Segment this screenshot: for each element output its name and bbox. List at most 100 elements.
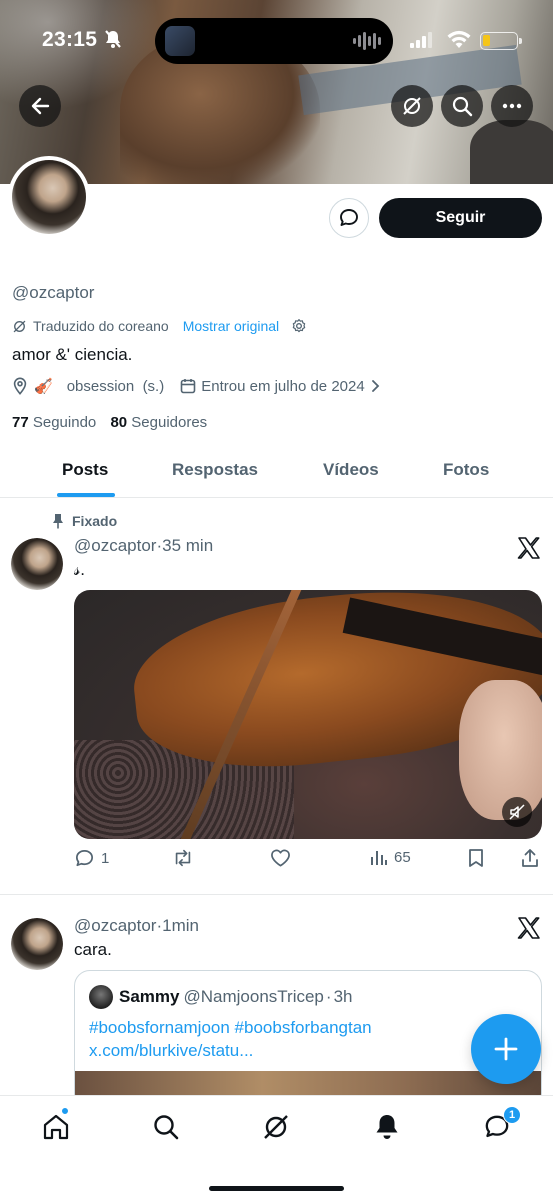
heart-icon	[271, 849, 290, 867]
profile-meta: 🎻 obsession (s.) Entrou em julho de 2024	[12, 377, 381, 395]
grok-button[interactable]	[391, 85, 433, 127]
mute-button[interactable]	[502, 797, 532, 827]
messages-badge: 1	[503, 1106, 521, 1124]
reply-button[interactable]: 1	[74, 848, 109, 869]
location-pin-icon	[13, 377, 27, 395]
speaker-muted-icon	[509, 804, 525, 820]
location-text: obsession (s.)	[66, 377, 165, 395]
views-count: 65	[394, 848, 411, 866]
home-indicator	[209, 1186, 344, 1191]
following-link[interactable]: 77 Seguindo	[12, 414, 96, 431]
tab-videos[interactable]: Vídeos	[323, 460, 379, 480]
status-bar: 23:15	[0, 14, 553, 66]
audio-wave-icon	[353, 32, 381, 50]
nav-home[interactable]	[41, 1112, 71, 1142]
repost-icon	[175, 849, 191, 867]
post-video[interactable]	[74, 590, 542, 839]
share-icon	[522, 849, 538, 867]
post-text: cara.	[74, 940, 112, 959]
post-header: @ozcaptor·1min	[74, 916, 199, 936]
like-button[interactable]	[270, 848, 291, 868]
plus-icon	[494, 1037, 518, 1061]
reply-icon	[76, 850, 93, 867]
bar-chart-icon	[371, 851, 387, 865]
reply-count: 1	[101, 850, 110, 867]
profile-bio: amor &' ciencia.	[12, 345, 133, 364]
followers-link[interactable]: 80 Seguidores	[110, 414, 207, 431]
gear-icon[interactable]	[291, 318, 307, 334]
views-button[interactable]: 65	[370, 848, 411, 866]
follow-stats: 77 Seguindo 80 Seguidores	[12, 414, 207, 431]
grok-icon	[403, 97, 421, 115]
quoted-header: Sammy @NamjoonsTricep · 3h	[89, 985, 352, 1009]
compose-button[interactable]	[471, 1014, 541, 1084]
repost-button[interactable]	[172, 848, 194, 868]
pinned-label: Fixado	[52, 513, 117, 529]
wifi-icon	[446, 29, 472, 54]
message-button[interactable]	[329, 198, 369, 238]
bookmark-icon	[469, 849, 483, 867]
cellular-signal-icon	[410, 32, 434, 53]
quoted-time: 3h	[333, 987, 353, 1006]
back-button[interactable]	[19, 85, 61, 127]
quoted-name: Sammy	[119, 987, 180, 1006]
followers-count: 80	[110, 414, 128, 431]
followers-label: Seguidores	[131, 414, 208, 431]
nav-search[interactable]	[151, 1112, 181, 1142]
profile-handle: @ozcaptor	[12, 283, 95, 302]
quoted-handle: @NamjoonsTricep	[183, 987, 324, 1006]
x-logo-icon	[517, 537, 540, 559]
post-avatar[interactable]	[11, 538, 63, 590]
show-original-link[interactable]: Mostrar original	[183, 318, 279, 334]
location-emoji: 🎻	[34, 378, 53, 395]
grok-icon	[13, 320, 26, 332]
quoted-avatar	[89, 985, 113, 1009]
profile-avatar[interactable]	[8, 156, 90, 238]
more-horizontal-icon	[502, 103, 522, 109]
bookmark-button[interactable]	[467, 848, 485, 868]
now-playing-app-icon	[165, 26, 195, 56]
profile-tabs: Posts Respostas Vídeos Fotos	[0, 448, 553, 498]
pinned-text: Fixado	[72, 513, 118, 529]
pin-icon	[53, 514, 63, 529]
nav-notifications[interactable]	[372, 1112, 402, 1142]
post-avatar[interactable]	[11, 918, 63, 970]
chat-bubble-icon	[340, 209, 358, 226]
joined-date: Entrou em julho de 2024	[201, 377, 365, 395]
post-divider	[0, 894, 553, 895]
arrow-left-icon	[31, 97, 50, 115]
tab-photos[interactable]: Fotos	[443, 460, 489, 480]
translation-row: Traduzido do coreano Mostrar original	[12, 318, 307, 334]
post-actions: 1 65	[74, 848, 542, 872]
chevron-right-icon[interactable]	[371, 379, 381, 393]
following-label: Seguindo	[32, 414, 97, 431]
grok-icon	[264, 1115, 288, 1139]
tab-replies[interactable]: Respostas	[172, 460, 258, 480]
quoted-text[interactable]: #boobsfornamjoon #boobsforbangtan x.com/…	[89, 1016, 479, 1062]
home-notification-dot	[61, 1107, 69, 1115]
post-header: @ozcaptor·35 min	[74, 536, 213, 556]
post-time: 35 min	[162, 536, 214, 555]
active-tab-indicator	[57, 493, 115, 497]
post-text: 𝓈.	[74, 560, 85, 579]
search-button[interactable]	[441, 85, 483, 127]
x-logo-icon	[517, 917, 540, 939]
translated-label: Traduzido do coreano	[33, 318, 169, 334]
battery-icon	[480, 32, 522, 50]
dynamic-island	[155, 18, 393, 64]
post-handle[interactable]: @ozcaptor	[74, 916, 156, 935]
share-button[interactable]	[520, 848, 540, 868]
status-time: 23:15	[42, 28, 98, 51]
bell-icon	[376, 1115, 398, 1139]
tab-posts[interactable]: Posts	[62, 460, 108, 480]
following-count: 77	[12, 414, 29, 431]
post-handle[interactable]: @ozcaptor	[74, 536, 156, 555]
calendar-icon	[180, 379, 196, 394]
quoted-separator: ·	[325, 987, 332, 1006]
follow-button[interactable]: Seguir	[379, 198, 542, 238]
bottom-nav: 1	[0, 1095, 553, 1200]
bell-off-icon	[104, 29, 122, 54]
nav-grok[interactable]	[261, 1112, 291, 1142]
search-icon	[154, 1115, 179, 1140]
more-button[interactable]	[491, 85, 533, 127]
